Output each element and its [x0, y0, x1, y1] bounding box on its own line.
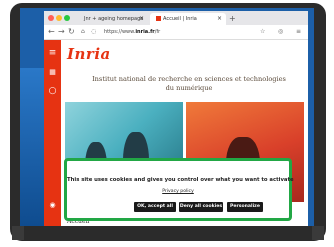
tablet-stand-right: [312, 226, 324, 240]
deny-all-button[interactable]: Deny all cookies: [179, 202, 223, 212]
browser-titlebar: Jnr + ageing homepage × Accueil | Inria …: [44, 11, 308, 25]
tablet-stand-left: [12, 226, 24, 240]
url-prefix: https://: [104, 29, 122, 35]
inria-favicon-icon: [156, 16, 161, 21]
home-icon[interactable]: ⌂: [81, 26, 85, 38]
site-headline: Institut national de recherche en scienc…: [92, 75, 286, 92]
inria-logo[interactable]: Inria: [67, 45, 111, 63]
close-tab-icon[interactable]: ×: [217, 13, 222, 25]
pocket-icon[interactable]: ◎: [278, 26, 283, 38]
close-window-icon[interactable]: [48, 15, 54, 21]
maximize-window-icon[interactable]: [64, 15, 70, 21]
cookie-consent-banner: This site uses cookies and gives you con…: [64, 158, 294, 221]
menu-icon[interactable]: ≡: [296, 26, 301, 38]
tab-jnr-ageing[interactable]: Jnr + ageing homepage ×: [78, 13, 148, 25]
url-host: www.: [121, 29, 136, 35]
search-icon[interactable]: ○: [47, 86, 58, 96]
site-sidebar: ≡ ▦ ○ ◉: [44, 40, 61, 226]
new-tab-icon[interactable]: +: [229, 13, 236, 24]
close-tab-icon[interactable]: ×: [139, 13, 144, 25]
security-shield-icon[interactable]: ◌: [91, 26, 96, 38]
address-bar[interactable]: https://www.inria.fr/fr: [104, 29, 160, 35]
url-domain: inria.fr: [135, 29, 155, 35]
navigation-bar: ← → ↻ ⌂ ◌ https://www.inria.fr/fr ☆ ◎ ≡: [44, 25, 308, 40]
hamburger-menu-icon[interactable]: ≡: [47, 48, 58, 58]
accessibility-eye-icon[interactable]: ◉: [47, 200, 58, 210]
url-path: /fr: [154, 29, 161, 35]
minimize-window-icon[interactable]: [56, 15, 62, 21]
grid-icon[interactable]: ▦: [47, 67, 58, 77]
reload-icon[interactable]: ↻: [68, 26, 75, 38]
forward-icon[interactable]: →: [58, 26, 65, 38]
tab-label: Jnr + ageing homepage: [84, 16, 144, 22]
tab-label: Accueil | Inria: [163, 16, 197, 22]
privacy-policy-link[interactable]: Privacy policy: [67, 189, 289, 194]
bookmark-star-icon[interactable]: ☆: [260, 26, 265, 38]
accept-all-button[interactable]: OK, accept all: [134, 202, 176, 212]
tab-inria-accueil[interactable]: Accueil | Inria ×: [150, 13, 226, 25]
cookie-message: This site uses cookies and gives you con…: [67, 177, 294, 183]
back-icon[interactable]: ←: [48, 26, 55, 38]
personalize-button[interactable]: Personalize: [227, 202, 263, 212]
